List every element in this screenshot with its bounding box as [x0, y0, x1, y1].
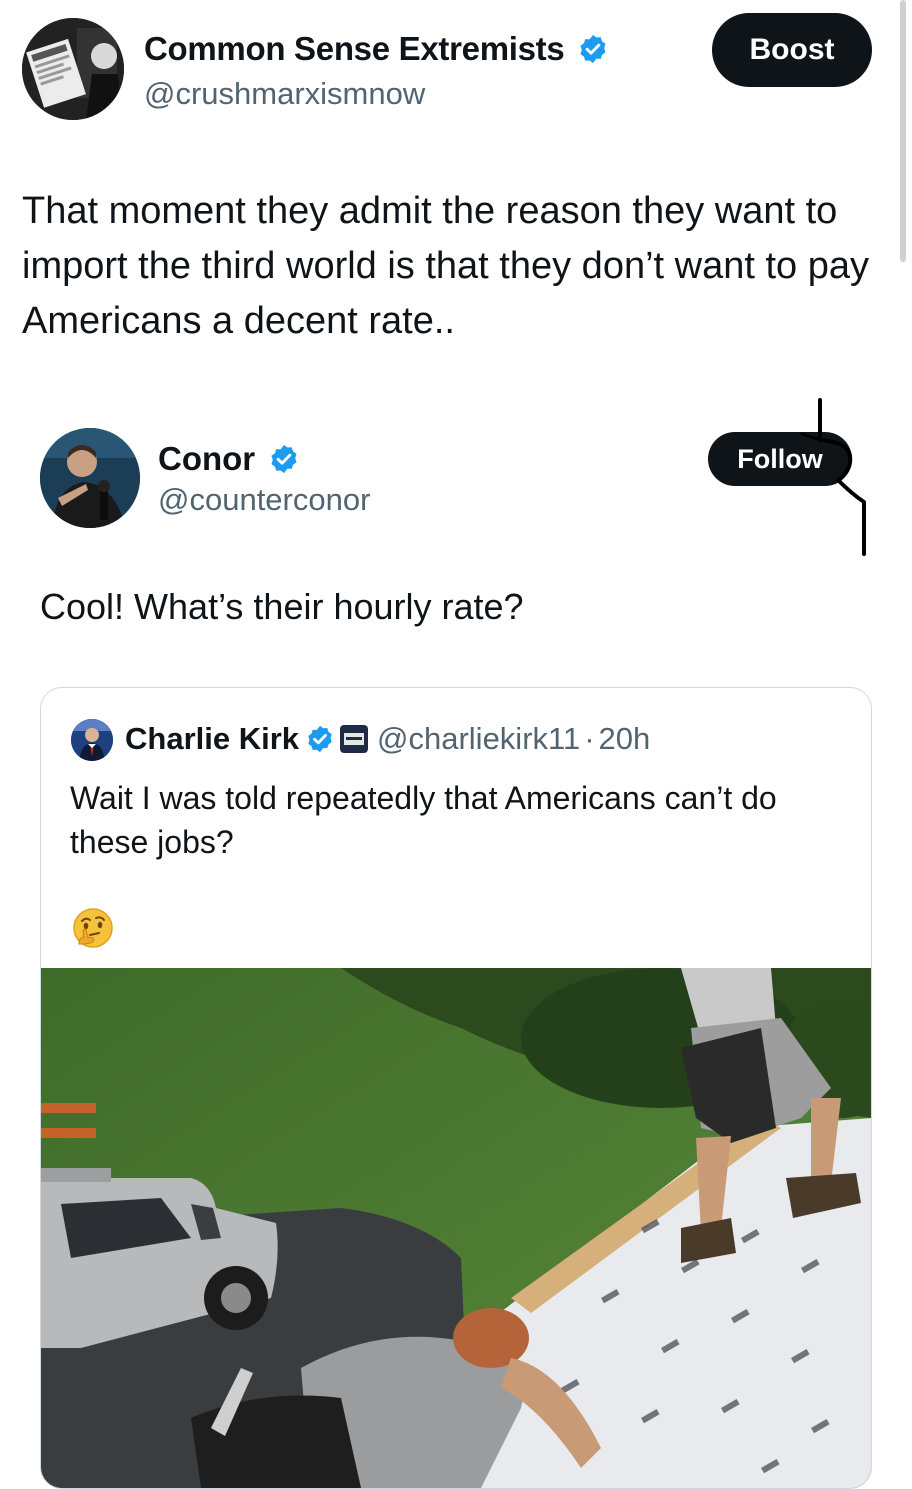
affiliate-badge-icon[interactable]	[339, 724, 369, 754]
quote-author-handle[interactable]: @charliekirk11	[377, 721, 580, 757]
author-name[interactable]: Common Sense Extremists	[144, 30, 609, 68]
reply-author-name-text: Conor	[158, 440, 256, 477]
reply-author-name[interactable]: Conor	[158, 440, 300, 478]
reply-text: Cool! What’s their hourly rate?	[40, 586, 524, 627]
reply-author-handle[interactable]: @counterconor	[158, 482, 370, 518]
verified-badge-icon	[308, 725, 332, 753]
tweet-text: That moment they admit the reason they w…	[22, 190, 869, 342]
quote-author-avatar[interactable]	[71, 719, 113, 761]
verified-badge-icon	[271, 445, 297, 473]
quote-timestamp[interactable]: 20h	[599, 721, 651, 757]
quote-separator: ·	[584, 721, 595, 756]
quoted-tweet-card[interactable]: Charlie Kirk @charliekirk11 · 20h Wait I…	[40, 687, 872, 1489]
roofing-photo[interactable]	[41, 968, 871, 1488]
quote-text: Wait I was told repeatedly that American…	[70, 780, 777, 860]
author-name-text: Common Sense Extremists	[144, 30, 565, 67]
reply-author-avatar[interactable]	[40, 428, 140, 528]
quote-author-name[interactable]: Charlie Kirk	[125, 721, 299, 757]
hand-drawn-annotation	[800, 398, 866, 556]
boost-button[interactable]: Boost	[712, 13, 872, 87]
verified-badge-icon	[580, 35, 606, 63]
author-handle[interactable]: @crushmarxismnow	[144, 76, 425, 112]
quote-header: Charlie Kirk @charliekirk11 · 20h	[125, 721, 650, 757]
thinking-face-icon	[73, 908, 113, 948]
author-avatar[interactable]	[22, 18, 124, 120]
